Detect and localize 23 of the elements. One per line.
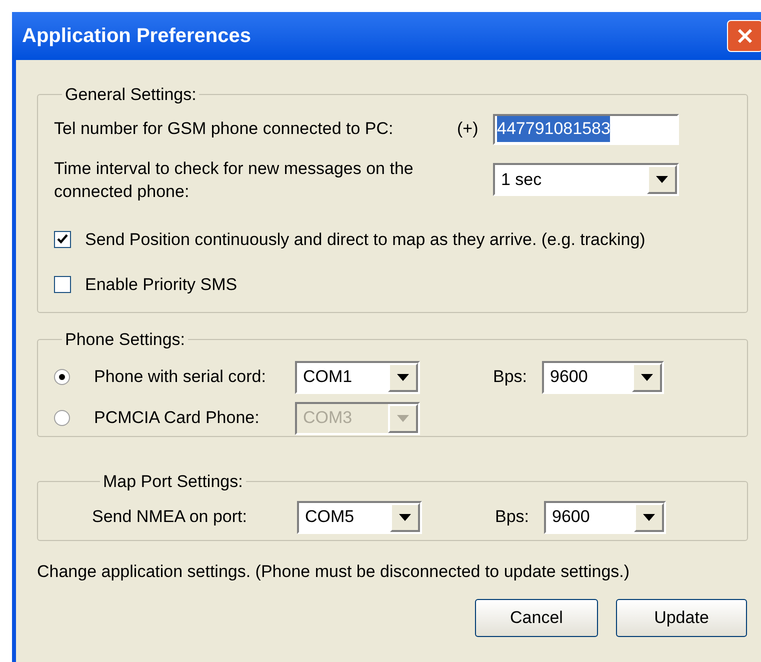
checkbox-label: Send Position continuously and direct to map as they arrive. (e.g. tracking) — [85, 228, 646, 250]
status-text: Change application settings. (Phone must be disconnected to update settings.) — [37, 561, 631, 583]
field-label: Send NMEA on port: — [92, 506, 248, 528]
radio-label: PCMCIA Card Phone: — [94, 407, 260, 430]
group-title: Map Port Settings: — [102, 471, 244, 493]
prefix-label: (+) — [457, 118, 480, 140]
bps-label: Bps: — [495, 506, 530, 528]
bps-dropdown[interactable]: 9600 — [544, 500, 666, 534]
group-title: General Settings: — [64, 84, 198, 106]
port-dropdown[interactable]: COM5 — [297, 500, 422, 534]
port-dropdown[interactable]: COM1 — [295, 360, 420, 394]
dialog-button[interactable]: Update — [616, 598, 747, 636]
interval-dropdown[interactable]: 1 sec — [493, 163, 679, 196]
bps-label: Bps: — [493, 366, 528, 388]
phone-number-field[interactable]: 447791081583 — [493, 114, 679, 144]
field-label: Time interval to check for new messages on the connected phone: — [54, 158, 414, 202]
window-title: Application Preferences — [21, 24, 252, 49]
field-label: Tel number for GSM phone connected to PC: — [54, 118, 394, 140]
checkbox-label: Enable Priority SMS — [85, 274, 238, 296]
dialog-button[interactable]: Cancel — [475, 598, 598, 636]
bps-dropdown[interactable]: 9600 — [542, 360, 664, 394]
radio-label: Phone with serial cord: — [94, 366, 267, 388]
group-title: Phone Settings: — [64, 329, 186, 351]
